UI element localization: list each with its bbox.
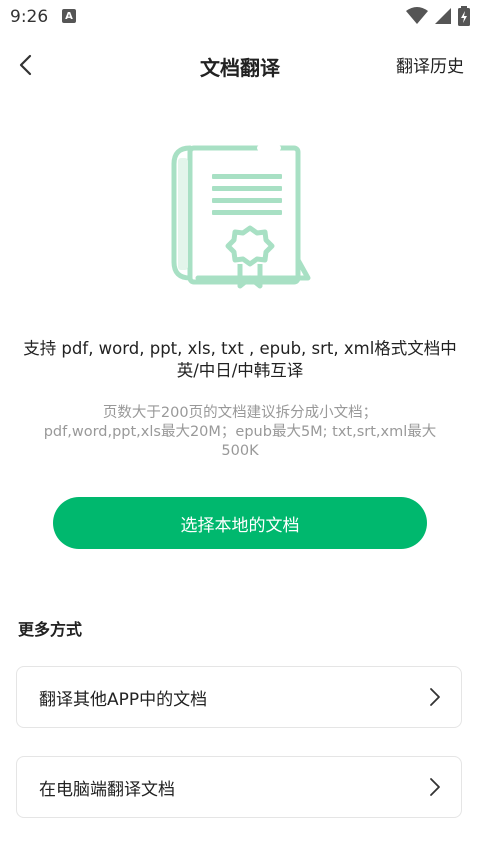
option-label: 翻译其他APP中的文档 [39,689,208,710]
top-app-bar: 文档翻译 翻译历史 [0,40,480,90]
translate-from-other-app-option[interactable]: 翻译其他APP中的文档 [16,666,462,728]
supported-formats-line-2: 英/中日/中韩互译 [176,361,304,380]
supported-formats-text: 支持 pdf, word, ppt, xls, txt , epub, srt,… [20,338,460,382]
more-options-title: 更多方式 [18,620,83,639]
translation-history-button[interactable]: 翻译历史 [396,52,464,77]
size-limits-line-3: 500K [221,443,259,459]
translate-on-computer-option[interactable]: 在电脑端翻译文档 [16,756,462,818]
supported-formats-line-1: 支持 pdf, word, ppt, xls, txt , epub, srt,… [23,339,457,358]
status-indicators [406,6,470,26]
document-certificate-icon [171,145,311,289]
size-limits-line-2: pdf,word,ppt,xls最大20M；epub最大5M; txt,srt,… [43,424,437,440]
app-notification-icon: A [62,9,76,23]
signal-icon [435,8,451,24]
wifi-icon [406,7,428,24]
size-limits-line-1: 页数大于200页的文档建议拆分成小文档； [102,405,378,421]
status-time: 9:26 [10,7,49,27]
chevron-right-icon [430,688,440,706]
battery-charging-icon [458,6,470,26]
size-limits-text: 页数大于200页的文档建议拆分成小文档； pdf,word,ppt,xls最大2… [24,404,456,461]
chevron-right-icon [430,778,440,796]
select-local-document-button[interactable]: 选择本地的文档 [53,497,427,549]
option-label: 在电脑端翻译文档 [39,779,175,800]
status-bar: 9:26 A [0,0,480,34]
